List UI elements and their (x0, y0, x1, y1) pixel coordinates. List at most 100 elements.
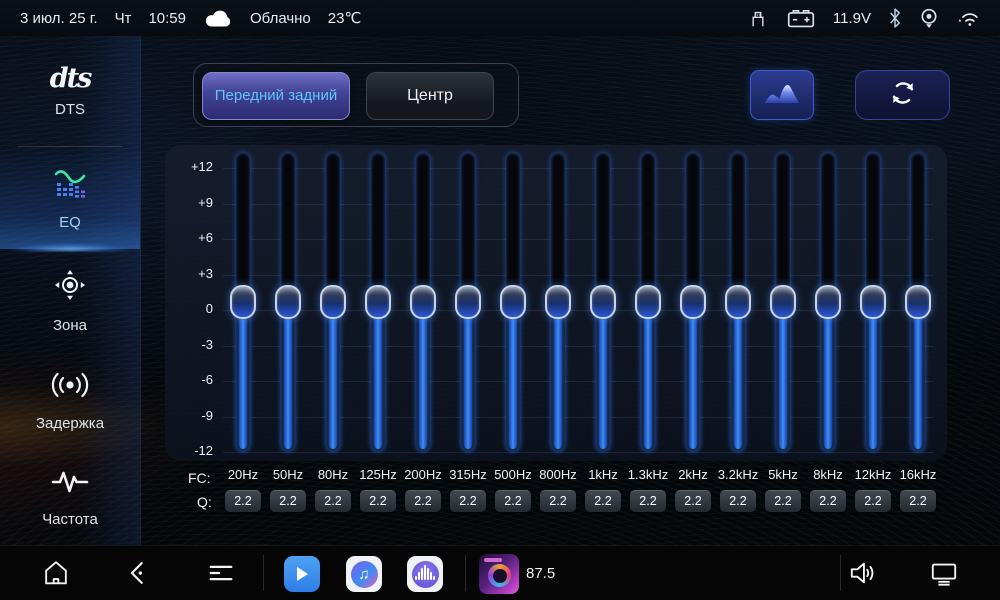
home-button[interactable] (38, 555, 74, 591)
eq-band-slider[interactable] (500, 153, 526, 451)
eq-band-slider[interactable] (365, 153, 391, 451)
channel-tab-bar: Передний задний Центр (193, 63, 519, 127)
preset-curve-icon (763, 81, 801, 110)
band-q-button[interactable]: 2.2 (270, 490, 306, 512)
eq-band-slider[interactable] (680, 153, 706, 451)
status-time: 10:59 (148, 10, 186, 27)
band-q-button[interactable]: 2.2 (540, 490, 576, 512)
eq-slider-thumb[interactable] (275, 285, 301, 319)
sidebar-item-eq[interactable]: EQ (0, 147, 140, 249)
eq-slider-thumb[interactable] (365, 285, 391, 319)
sidebar-item-label: DTS (55, 101, 85, 118)
sidebar-item-dts[interactable]: dts DTS (0, 36, 140, 146)
music-note-glyph: ♫ (358, 566, 369, 583)
band-q-button[interactable]: 2.2 (495, 490, 531, 512)
band-q-button[interactable]: 2.2 (225, 490, 261, 512)
eq-band-slider[interactable] (545, 153, 571, 451)
eq-slider-thumb[interactable] (320, 285, 346, 319)
eq-slider-fill (914, 302, 922, 449)
band-frequency-label: 16kHz (888, 467, 948, 482)
band-q-button[interactable]: 2.2 (360, 490, 396, 512)
eq-panel: +12+9+6+30-3-6-9-12 (165, 145, 947, 461)
back-button[interactable] (120, 555, 156, 591)
eq-slider-fill (554, 302, 562, 449)
band-q-button[interactable]: 2.2 (585, 490, 621, 512)
eq-slider-thumb[interactable] (590, 285, 616, 319)
eq-slider-fill (689, 302, 697, 449)
eq-band-slider[interactable] (905, 153, 931, 451)
sidebar-item-delay[interactable]: Задержка (0, 351, 140, 449)
location-icon (919, 7, 939, 29)
eq-slider-thumb[interactable] (410, 285, 436, 319)
sidebar-item-label: Задержка (36, 415, 104, 432)
eq-slider-fill (464, 302, 472, 449)
q-factor-row: 2.2 2.2 2.2 2.2 2.2 2.2 2.2 2.2 2.2 2.2 2.2 2.2 2.2 2… (165, 490, 947, 512)
band-q-button[interactable]: 2.2 (810, 490, 846, 512)
eq-slider-fill (779, 302, 787, 449)
eq-slider-thumb[interactable] (635, 285, 661, 319)
menu-button[interactable] (203, 555, 239, 591)
radio-app-button[interactable] (479, 554, 519, 594)
eq-slider-thumb[interactable] (770, 285, 796, 319)
eq-slider-thumb[interactable] (815, 285, 841, 319)
eq-band-slider[interactable] (815, 153, 841, 451)
sidebar-item-label: Частота (42, 511, 98, 528)
eq-band-slider[interactable] (860, 153, 886, 451)
band-q-button[interactable]: 2.2 (450, 490, 486, 512)
eq-scale-label: +9 (165, 195, 213, 210)
head-unit-screen: 3 июл. 25 г. Чт 10:59 Облачно 23℃ (0, 0, 1000, 600)
frequency-row: 20Hz50Hz80Hz125Hz200Hz315Hz500Hz800Hz1kH… (165, 467, 947, 485)
eq-slider-thumb[interactable] (680, 285, 706, 319)
eq-slider-thumb[interactable] (455, 285, 481, 319)
eq-slider-thumb[interactable] (860, 285, 886, 319)
tab-center[interactable]: Центр (366, 72, 494, 120)
eq-preset-button[interactable] (750, 70, 814, 120)
eq-slider-fill (284, 302, 292, 449)
eq-slider-fill (329, 302, 337, 449)
display-button[interactable] (926, 555, 962, 591)
volume-button[interactable] (845, 555, 881, 591)
eq-band-slider[interactable] (770, 153, 796, 451)
status-bar: 3 июл. 25 г. Чт 10:59 Облачно 23℃ (0, 0, 1000, 36)
sidebar: dts DTS EQ (0, 36, 141, 545)
eq-band-slider[interactable] (455, 153, 481, 451)
sidebar-item-frequency[interactable]: Частота (0, 449, 140, 545)
band-q-button[interactable]: 2.2 (720, 490, 756, 512)
eq-slider-thumb[interactable] (545, 285, 571, 319)
band-q-button[interactable]: 2.2 (855, 490, 891, 512)
band-q-button[interactable]: 2.2 (765, 490, 801, 512)
eq-scale-label: +6 (165, 230, 213, 245)
eq-band-slider[interactable] (275, 153, 301, 451)
eq-scale-label: -3 (165, 337, 213, 352)
eq-slider-thumb[interactable] (725, 285, 751, 319)
band-q-button[interactable]: 2.2 (675, 490, 711, 512)
eq-scale-label: +3 (165, 266, 213, 281)
eq-slider-thumb[interactable] (905, 285, 931, 319)
play-app-icon (284, 556, 320, 592)
reset-refresh-icon (888, 78, 918, 113)
eq-scale-label: 0 (165, 301, 213, 316)
band-q-button[interactable]: 2.2 (315, 490, 351, 512)
band-q-button[interactable]: 2.2 (630, 490, 666, 512)
tab-front-rear[interactable]: Передний задний (202, 72, 350, 120)
wifi-icon (956, 7, 982, 29)
band-q-button[interactable]: 2.2 (405, 490, 441, 512)
frequency-icon (50, 467, 90, 502)
eq-band-slider[interactable] (230, 153, 256, 451)
eq-band-slider[interactable] (635, 153, 661, 451)
eq-slider-thumb[interactable] (500, 285, 526, 319)
app-video-player[interactable] (284, 556, 320, 592)
band-q-button[interactable]: 2.2 (900, 490, 936, 512)
eq-band-slider[interactable] (320, 153, 346, 451)
weather-temperature: 23℃ (328, 9, 362, 27)
bottom-bar-divider (840, 555, 841, 591)
bottom-nav-bar: ♫ 87.5 (0, 545, 1000, 600)
eq-band-slider[interactable] (590, 153, 616, 451)
eq-band-slider[interactable] (410, 153, 436, 451)
eq-band-slider[interactable] (725, 153, 751, 451)
app-music[interactable]: ♫ (346, 556, 382, 592)
app-voice[interactable] (407, 556, 443, 592)
eq-reset-button[interactable] (855, 70, 950, 120)
sidebar-item-zone[interactable]: Зона (0, 249, 140, 351)
eq-slider-thumb[interactable] (230, 285, 256, 319)
